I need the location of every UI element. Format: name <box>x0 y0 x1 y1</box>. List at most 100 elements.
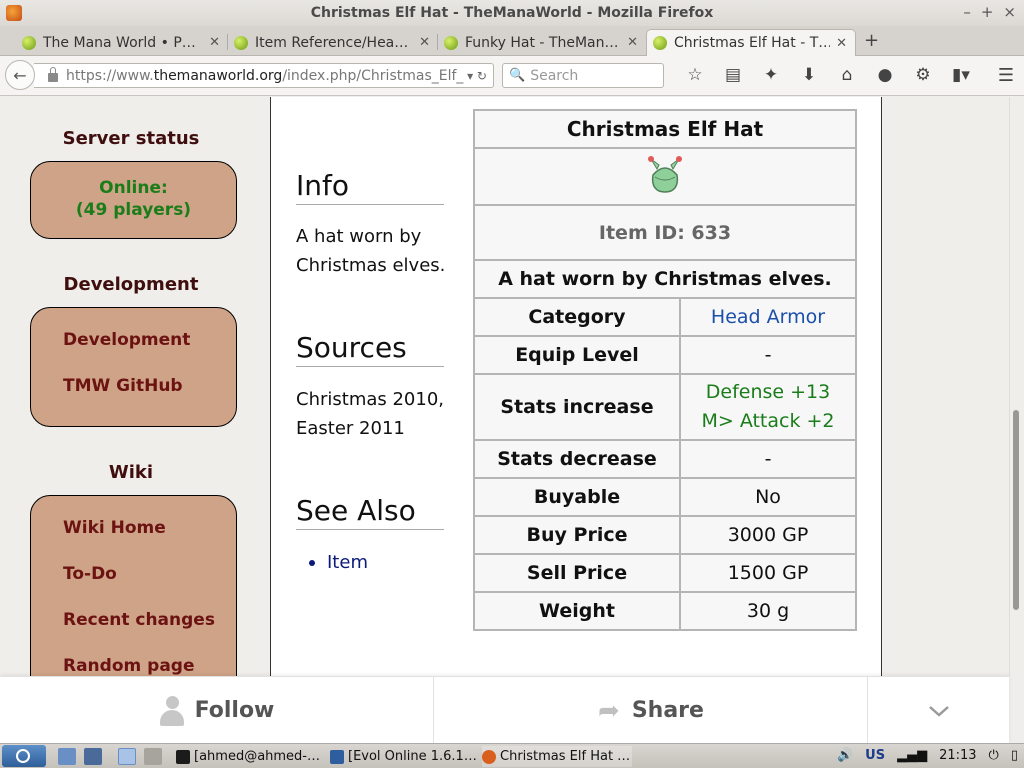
task-label: [Evol Online 1.6.1… <box>348 749 477 764</box>
terminal-icon <box>176 749 190 764</box>
sidebar: Server status Online: (49 players) Devel… <box>0 97 270 676</box>
bookmark-star-icon[interactable]: ☆ <box>676 65 714 85</box>
row-value: 3000 GP <box>679 515 857 555</box>
tmw-github-link[interactable]: TMW GitHub <box>63 376 183 396</box>
person-icon <box>159 695 185 726</box>
stat-defense: Defense +13 <box>705 381 831 403</box>
clock[interactable]: 21:13 <box>939 748 976 763</box>
search-icon: 🔍 <box>509 68 526 83</box>
row-value: Head Armor <box>679 297 857 337</box>
server-status-heading: Server status <box>62 128 200 149</box>
url-bar[interactable]: https://www.themanaworld.org/index.php/C… <box>34 63 494 88</box>
head-armor-link[interactable]: Head Armor <box>711 306 825 328</box>
item-title: Christmas Elf Hat <box>473 109 857 149</box>
clipboard-icon[interactable]: ▮▾ <box>942 65 980 85</box>
tab-label: The Mana World • P… <box>43 34 196 51</box>
workspace-2-icon[interactable] <box>144 748 162 765</box>
wiki-home-link[interactable]: Wiki Home <box>63 518 166 538</box>
tab-mana-world-forum[interactable]: The Mana World • P… ✕ <box>16 29 228 56</box>
mana-world-favicon-icon <box>22 35 36 50</box>
share-label: Share <box>631 698 704 723</box>
row-key: Sell Price <box>473 553 681 593</box>
tab-label: Funky Hat - TheMan… <box>465 34 619 51</box>
tab-funky-hat[interactable]: Funky Hat - TheMan… ✕ <box>438 29 646 56</box>
chat-icon[interactable]: ● <box>866 65 904 85</box>
development-heading: Development <box>63 274 199 295</box>
close-window-button[interactable]: × <box>1003 3 1016 21</box>
addon-icon[interactable]: ✦ <box>752 65 790 85</box>
item-link[interactable]: Item <box>327 552 368 573</box>
lock-icon <box>48 67 58 82</box>
recent-changes-link[interactable]: Recent changes <box>63 610 215 630</box>
server-status-text: Online: (49 players) <box>31 162 236 221</box>
tab-label: Item Reference/Hea… <box>255 34 409 51</box>
christmas-elf-hat-icon <box>648 156 682 193</box>
row-key: Stats decrease <box>473 439 681 479</box>
task-label: [ahmed@ahmed-… <box>194 749 321 764</box>
downloads-icon[interactable]: ⬇ <box>790 65 828 85</box>
volume-icon[interactable]: 🔊 <box>837 748 853 763</box>
close-tab-icon[interactable]: ✕ <box>627 35 638 50</box>
search-input[interactable]: 🔍 Search <box>502 63 664 88</box>
close-tab-icon[interactable]: ✕ <box>209 35 220 50</box>
table-row: Weight 30 g <box>473 591 857 631</box>
tab-christmas-elf-hat[interactable]: Christmas Elf Hat - T… ✕ <box>646 29 856 56</box>
window-controls: – + × <box>963 3 1016 21</box>
item-id: Item ID: 633 <box>473 204 857 261</box>
item-infobox-table: Christmas Elf Hat Item ID: 633 A hat wor… <box>473 109 857 631</box>
see-also-heading: See Also <box>296 494 444 530</box>
url-prefix: https://www. <box>66 67 154 84</box>
search-placeholder: Search <box>530 67 579 84</box>
table-row: Sell Price 1500 GP <box>473 553 857 593</box>
tray-box-icon[interactable]: ▯ <box>1011 748 1018 763</box>
close-tab-icon[interactable]: ✕ <box>419 35 430 50</box>
item-description: A hat worn by Christmas elves. <box>473 259 857 299</box>
file-manager-icon[interactable] <box>58 748 76 765</box>
system-tray: 🔊 US ▂▄▆ 21:13 ⏻ ▯ <box>837 748 1018 763</box>
tab-strip: The Mana World • P… ✕ Item Reference/Hea… <box>0 26 1024 56</box>
info-heading: Info <box>296 169 444 205</box>
todo-link[interactable]: To-Do <box>63 564 117 584</box>
collapse-button[interactable] <box>869 677 1009 744</box>
bottom-action-bar: Follow ➦ Share <box>0 676 1009 744</box>
taskbar-task-evol-online[interactable]: [Evol Online 1.6.1… <box>330 746 480 767</box>
taskbar-task-terminal[interactable]: [ahmed@ahmed-… <box>176 746 326 767</box>
table-row: Buy Price 3000 GP <box>473 515 857 555</box>
reload-icon[interactable]: ▾ ↻ <box>467 69 487 83</box>
share-arrow-icon: ➦ <box>598 695 620 726</box>
scrollbar-thumb[interactable] <box>1013 410 1019 610</box>
power-icon[interactable]: ⏻ <box>989 748 999 763</box>
see-also-item[interactable]: Item <box>309 552 368 573</box>
share-button[interactable]: ➦ Share <box>435 677 868 744</box>
keyboard-layout[interactable]: US <box>865 748 885 763</box>
minimize-button[interactable]: – <box>963 3 971 21</box>
row-value: Defense +13 M> Attack +2 <box>679 373 857 441</box>
extension-icon[interactable]: ⚙ <box>904 65 942 85</box>
hamburger-menu-icon[interactable]: ☰ <box>998 65 1014 86</box>
back-button[interactable]: ← <box>5 60 35 90</box>
toolbar-icons: ☆ ▤ ✦ ⬇ ⌂ ● ⚙ ▮▾ <box>676 65 980 85</box>
maximize-button[interactable]: + <box>981 3 994 21</box>
network-icon[interactable] <box>84 748 102 765</box>
table-row: Equip Level - <box>473 335 857 375</box>
table-row: Buyable No <box>473 477 857 517</box>
random-page-link[interactable]: Random page <box>63 656 194 676</box>
new-tab-button[interactable]: + <box>864 30 879 51</box>
development-link[interactable]: Development <box>63 330 190 350</box>
close-tab-icon[interactable]: ✕ <box>836 36 847 51</box>
start-menu-button[interactable] <box>2 745 46 767</box>
task-label: Christmas Elf Hat … <box>500 749 631 764</box>
server-status-box: Online: (49 players) <box>30 161 237 239</box>
table-row: Stats decrease - <box>473 439 857 479</box>
signal-icon[interactable]: ▂▄▆ <box>897 748 927 763</box>
row-value: 1500 GP <box>679 553 857 593</box>
taskbar-task-firefox[interactable]: Christmas Elf Hat … <box>482 746 632 767</box>
home-icon[interactable]: ⌂ <box>828 65 866 85</box>
workspace-1-icon[interactable] <box>118 748 136 765</box>
tab-item-reference[interactable]: Item Reference/Hea… ✕ <box>228 29 438 56</box>
reading-list-icon[interactable]: ▤ <box>714 65 752 85</box>
sources-heading: Sources <box>296 331 444 367</box>
window-titlebar: Christmas Elf Hat - TheManaWorld - Mozil… <box>0 0 1024 26</box>
follow-button[interactable]: Follow <box>0 677 434 744</box>
tab-label: Christmas Elf Hat - T… <box>674 35 831 51</box>
